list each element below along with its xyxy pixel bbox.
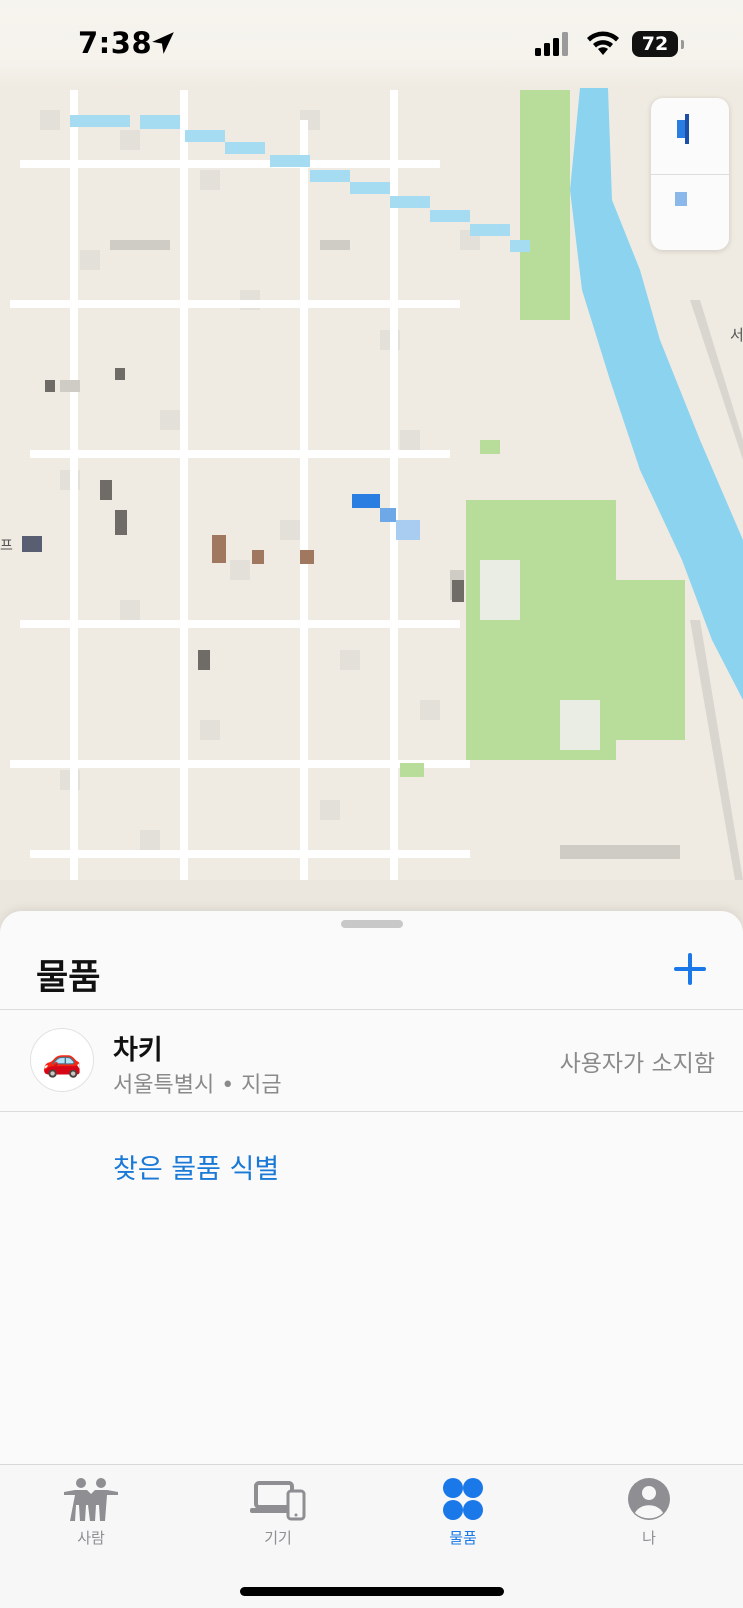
tab-me-label: 나 xyxy=(642,1529,656,1547)
item-subtitle: 서울특별시 • 지금 xyxy=(113,1073,282,1098)
map-canvas: 서 프 xyxy=(0,0,743,930)
item-location: 서울특별시 xyxy=(113,1073,215,1098)
map-label-right: 서 xyxy=(730,326,743,344)
battery-nub xyxy=(681,40,684,49)
tab-items[interactable]: 물품 xyxy=(403,1475,523,1565)
tab-devices-label: 기기 xyxy=(264,1529,292,1547)
status-bar: 7:38 72 xyxy=(0,0,743,88)
map-label-left: 프 xyxy=(0,538,13,554)
item-name: 차키 xyxy=(113,1035,163,1066)
map-view[interactable]: 서 프 xyxy=(0,0,743,930)
item-time: 지금 xyxy=(241,1073,282,1098)
locate-me-button[interactable] xyxy=(651,174,729,250)
divider xyxy=(0,1111,743,1112)
cellular-signal-icon xyxy=(535,32,568,56)
tab-items-label: 물품 xyxy=(449,1529,477,1547)
wifi-icon xyxy=(587,31,619,55)
items-icon xyxy=(443,1478,483,1520)
car-icon: 🚗 xyxy=(30,1028,94,1092)
status-time: 7:38 xyxy=(78,26,153,60)
map-controls xyxy=(651,98,729,250)
devices-icon xyxy=(250,1481,306,1521)
map-icon xyxy=(677,114,689,144)
battery-indicator: 72 xyxy=(632,31,678,57)
identify-found-item-link[interactable]: 찾은 물품 식별 xyxy=(113,1147,279,1186)
people-icon xyxy=(64,1478,118,1521)
sheet-title: 물품 xyxy=(36,958,101,998)
location-icon xyxy=(675,192,687,206)
tab-devices[interactable]: 기기 xyxy=(218,1475,338,1565)
tab-people[interactable]: 사람 xyxy=(31,1475,151,1565)
location-arrow-icon xyxy=(152,32,174,54)
items-sheet: 물품 🚗 차키 서울특별시 • 지금 사용자가 소지함 찾은 물품 식별 xyxy=(0,911,743,1464)
item-status: 사용자가 소지함 xyxy=(559,1051,715,1077)
tab-me[interactable]: 나 xyxy=(589,1475,709,1565)
plus-icon[interactable] xyxy=(670,949,710,989)
sheet-grabber[interactable] xyxy=(341,920,403,928)
me-icon xyxy=(628,1478,670,1520)
tab-people-label: 사람 xyxy=(77,1529,105,1547)
map-type-button[interactable] xyxy=(651,98,729,174)
item-row-car-key[interactable]: 🚗 차키 서울특별시 • 지금 사용자가 소지함 xyxy=(0,1010,743,1111)
home-indicator xyxy=(240,1587,504,1596)
